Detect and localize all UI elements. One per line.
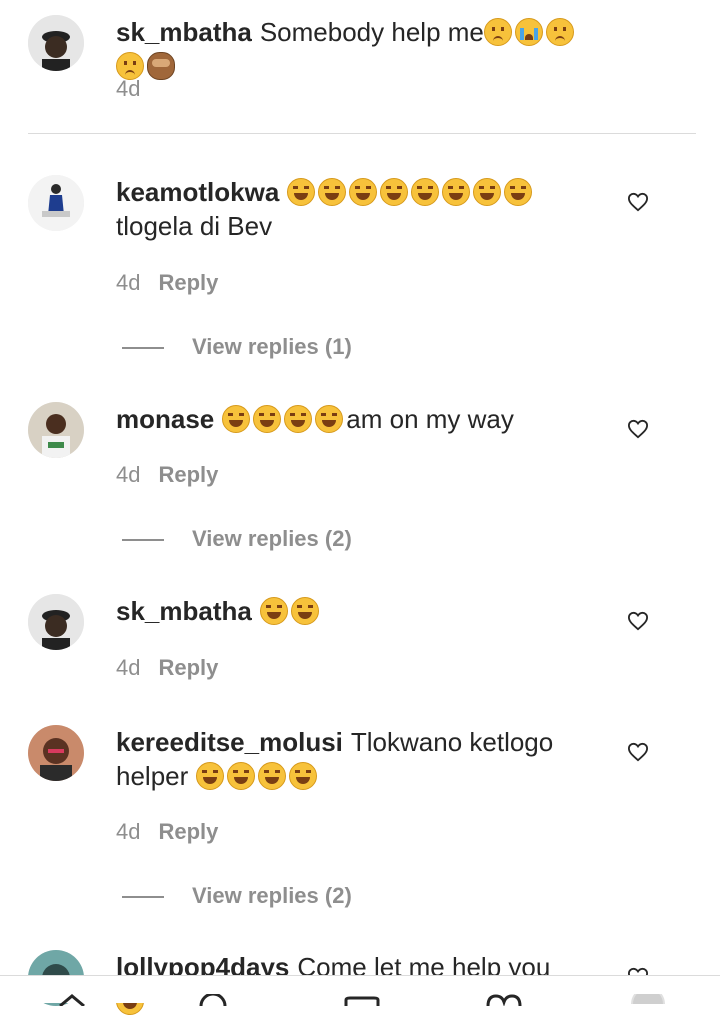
bottom-navigation (0, 975, 720, 1006)
comment-text: keamotlokwa tlogela di Bev (116, 175, 586, 243)
search-icon[interactable] (198, 994, 228, 1006)
face-with-tears-of-joy-icon (257, 762, 286, 790)
avatar[interactable] (28, 175, 84, 231)
view-replies-button[interactable]: View replies (2) (122, 526, 352, 552)
comment-text: sk_mbatha Somebody help me (116, 15, 586, 83)
comment-meta: 4d Reply (116, 655, 218, 681)
avatar[interactable] (28, 725, 84, 781)
profile-icon[interactable] (630, 994, 666, 1004)
reply-button[interactable]: Reply (158, 270, 218, 295)
divider (28, 133, 696, 134)
face-with-tears-of-joy-icon (318, 178, 347, 206)
like-heart-icon[interactable] (627, 419, 649, 439)
avatar[interactable] (28, 402, 84, 458)
face-with-tears-of-joy-icon (411, 178, 440, 206)
face-with-tears-of-joy-icon (195, 762, 224, 790)
face-with-tears-of-joy-icon (226, 762, 255, 790)
comment-username[interactable]: sk_mbatha (116, 17, 252, 47)
see-no-evil-monkey-icon (147, 52, 175, 80)
face-with-tears-of-joy-icon (349, 178, 378, 206)
divider-line (122, 896, 164, 899)
face-with-tears-of-joy-icon (284, 405, 313, 433)
comment-text: sk_mbatha (116, 594, 586, 628)
view-replies-button[interactable]: View replies (1) (122, 334, 352, 360)
divider-line (122, 539, 164, 542)
view-replies-label: View replies (2) (192, 526, 352, 551)
loudly-crying-face-icon (514, 18, 543, 46)
avatar[interactable] (28, 15, 84, 71)
face-with-tears-of-joy-icon (290, 597, 319, 625)
comment-meta: 4d Reply (116, 819, 218, 845)
view-replies-button[interactable]: View replies (2) (122, 883, 352, 909)
view-replies-label: View replies (1) (192, 334, 352, 359)
add-post-icon[interactable] (344, 996, 380, 1006)
comment-username[interactable]: keamotlokwa (116, 177, 279, 207)
avatar[interactable] (28, 594, 84, 650)
comment-meta: 4d Reply (116, 270, 218, 296)
face-with-tears-of-joy-icon (222, 405, 251, 433)
comment-meta: 4d Reply (116, 462, 218, 488)
comment-time: 4d (116, 270, 141, 295)
sad-face-icon (545, 18, 574, 46)
reply-button[interactable]: Reply (158, 819, 218, 844)
comment-time: 4d (116, 462, 141, 487)
like-heart-icon[interactable] (627, 611, 649, 631)
comment-meta: 4d (116, 76, 140, 102)
face-with-tears-of-joy-icon (253, 405, 282, 433)
like-heart-icon[interactable] (627, 192, 649, 212)
comment-username[interactable]: sk_mbatha (116, 596, 252, 626)
comment-text: monase am on my way (116, 402, 586, 436)
comment-username[interactable]: kereeditse_molusi (116, 727, 343, 757)
reply-button[interactable]: Reply (158, 655, 218, 680)
home-icon[interactable] (58, 994, 86, 1006)
pleading-face-icon (483, 18, 512, 46)
comment-body: am on my way (346, 404, 514, 434)
face-with-tears-of-joy-icon (288, 762, 317, 790)
reply-button[interactable]: Reply (158, 462, 218, 487)
face-with-tears-of-joy-icon (380, 178, 409, 206)
comment-time: 4d (116, 655, 141, 680)
face-with-tears-of-joy-icon (315, 405, 344, 433)
face-with-tears-of-joy-icon (442, 178, 471, 206)
face-with-tears-of-joy-icon (504, 178, 533, 206)
face-with-tears-of-joy-icon (473, 178, 502, 206)
comment-body: tlogela di Bev (116, 211, 273, 241)
divider-line (122, 347, 164, 350)
comment-time: 4d (116, 76, 141, 101)
face-with-tears-of-joy-icon (287, 178, 316, 206)
comment-text: kereeditse_molusi Tlokwano ketlogo helper (116, 725, 586, 793)
comment-username[interactable]: monase (116, 404, 214, 434)
comment-body: Somebody help me (259, 17, 484, 47)
comment-time: 4d (116, 819, 141, 844)
activity-heart-icon[interactable] (486, 994, 522, 1006)
like-heart-icon[interactable] (627, 742, 649, 762)
face-with-tears-of-joy-icon (259, 597, 288, 625)
view-replies-label: View replies (2) (192, 883, 352, 908)
